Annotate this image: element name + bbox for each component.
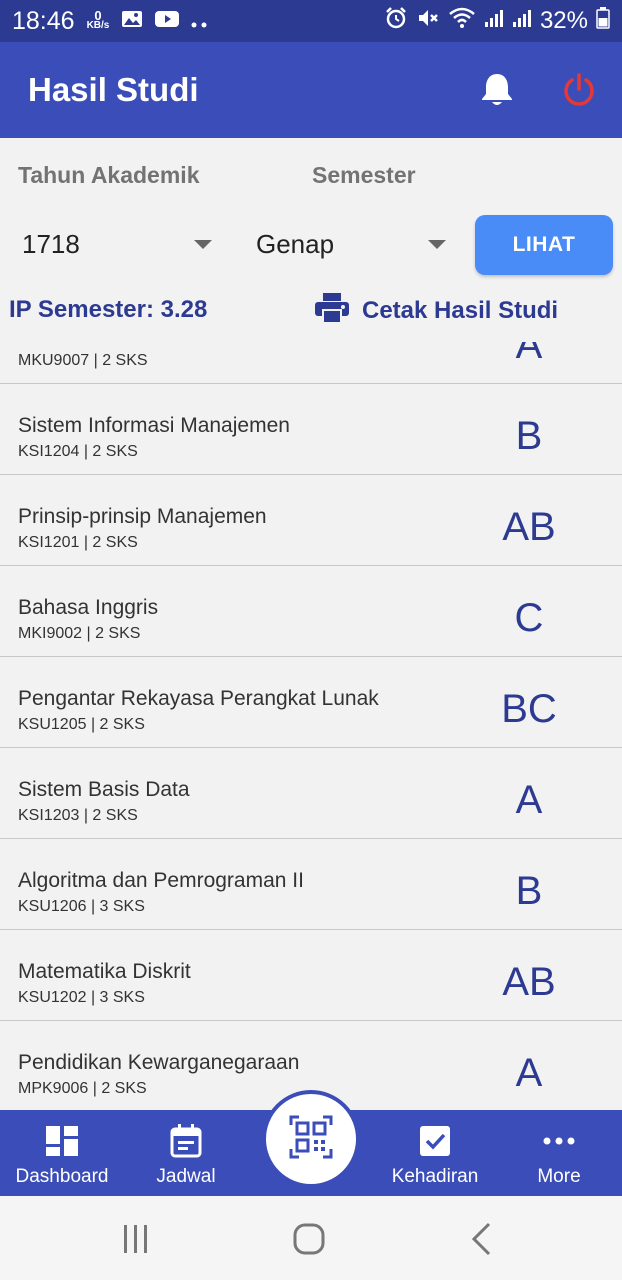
course-code: MKI9002 | 2 SKS (18, 625, 141, 642)
print-results-link[interactable]: Cetak Hasil Studi (314, 292, 558, 329)
calendar-icon (170, 1124, 202, 1158)
home-icon[interactable] (293, 1223, 325, 1260)
lihat-button[interactable]: LIHAT (475, 215, 613, 275)
nav-kehadiran-label: Kehadiran (391, 1166, 479, 1187)
course-name: Bahasa Inggris (18, 596, 159, 619)
gallery-icon (121, 7, 143, 35)
mute-icon (416, 6, 440, 37)
nav-jadwal-label: Jadwal (156, 1166, 216, 1187)
more-dots-icon (543, 1124, 575, 1158)
recent-apps-icon[interactable] (122, 1224, 150, 1259)
system-navigation-bar (0, 1196, 622, 1280)
filter-panel: Tahun Akademik Semester 1718 Genap LIHAT… (0, 138, 622, 342)
course-row[interactable]: Matematika Diskrit KSU1202 | 3 SKS AB (0, 930, 622, 1021)
print-results-label: Cetak Hasil Studi (362, 296, 559, 324)
alarm-icon (384, 6, 408, 37)
page-title: Hasil Studi (28, 71, 199, 108)
academic-year-label: Tahun Akademik (18, 162, 200, 188)
course-results-list[interactable]: MKU9007 | 2 SKS A Sistem Informasi Manaj… (0, 342, 622, 1110)
more-notifications-icon (191, 7, 209, 35)
nav-more-label: More (537, 1166, 581, 1187)
course-grade: B (515, 414, 543, 458)
nav-jadwal[interactable]: Jadwal (136, 1110, 236, 1196)
dashboard-icon (45, 1124, 79, 1158)
net-speed: 0 KB/s (86, 9, 110, 31)
course-grade: A (515, 778, 543, 822)
status-bar: 18:46 0 KB/s 32% (0, 0, 622, 42)
semester-value: Genap (256, 228, 335, 259)
course-code: KSU1202 | 3 SKS (18, 989, 145, 1006)
course-grade: AB (502, 505, 556, 549)
course-row[interactable]: Algoritma dan Pemrograman II KSU1206 | 3… (0, 839, 622, 930)
semester-dropdown[interactable]: Genap (256, 222, 446, 266)
qr-scan-button[interactable] (262, 1090, 360, 1188)
course-name: Prinsip-prinsip Manajemen (18, 505, 267, 528)
course-row[interactable]: Bahasa Inggris MKI9002 | 2 SKS C (0, 566, 622, 657)
qr-code-icon (289, 1115, 333, 1164)
course-code: KSI1201 | 2 SKS (18, 534, 138, 551)
status-time: 18:46 (12, 6, 75, 35)
course-grade: A (515, 1051, 543, 1095)
nav-kehadiran[interactable]: Kehadiran (385, 1110, 485, 1196)
signal-icon-2 (512, 7, 532, 35)
course-code: KSU1205 | 2 SKS (18, 716, 145, 733)
checkbox-icon (419, 1124, 451, 1158)
course-list-inner: MKU9007 | 2 SKS A Sistem Informasi Manaj… (0, 342, 622, 1110)
academic-year-value: 1718 (22, 228, 80, 259)
nav-more[interactable]: More (515, 1110, 603, 1196)
course-name: Pendidikan Kewarganegaraan (18, 1051, 300, 1074)
course-name: Algoritma dan Pemrograman II (18, 869, 304, 892)
battery-icon (596, 6, 610, 36)
course-code: MPK9006 | 2 SKS (18, 1080, 147, 1097)
status-right: 32% (384, 6, 610, 37)
power-logout-icon[interactable] (561, 72, 597, 113)
nav-dashboard-label: Dashboard (15, 1166, 109, 1187)
course-row[interactable]: Sistem Informasi Manajemen KSI1204 | 2 S… (0, 384, 622, 475)
net-speed-unit: KB/s (86, 20, 110, 31)
ip-semester-text: IP Semester: 3.28 (9, 296, 208, 323)
course-row[interactable]: Prinsip-prinsip Manajemen KSI1201 | 2 SK… (0, 475, 622, 566)
nav-dashboard[interactable]: Dashboard (6, 1110, 118, 1196)
youtube-icon (155, 7, 180, 35)
course-row[interactable]: MKU9007 | 2 SKS A (0, 342, 622, 384)
battery-percent: 32% (539, 7, 588, 34)
semester-label: Semester (312, 162, 416, 188)
printer-icon (314, 292, 350, 329)
signal-icon-1 (484, 7, 504, 35)
course-code: KSI1203 | 2 SKS (18, 807, 138, 824)
course-name: Matematika Diskrit (18, 960, 191, 983)
wifi-icon (448, 7, 476, 36)
course-row[interactable]: Sistem Basis Data KSI1203 | 2 SKS A (0, 748, 622, 839)
caret-down-icon (194, 240, 212, 249)
course-code: KSI1204 | 2 SKS (18, 443, 138, 460)
notification-bell-icon[interactable] (480, 72, 514, 113)
academic-year-dropdown[interactable]: 1718 (22, 222, 212, 266)
course-grade: AB (502, 960, 556, 1004)
course-code: KSU1206 | 3 SKS (18, 898, 145, 915)
course-code: MKU9007 | 2 SKS (18, 352, 148, 369)
app-bar: Hasil Studi (0, 42, 622, 138)
course-name: Sistem Basis Data (18, 778, 190, 801)
caret-down-icon (428, 240, 446, 249)
course-grade: B (515, 869, 543, 913)
course-grade: BC (501, 687, 557, 731)
course-grade: C (514, 596, 544, 640)
back-icon[interactable] (470, 1222, 492, 1261)
course-grade: A (515, 342, 543, 367)
course-row[interactable]: Pengantar Rekayasa Perangkat Lunak KSU12… (0, 657, 622, 748)
course-name: Pengantar Rekayasa Perangkat Lunak (18, 687, 379, 710)
course-name: Sistem Informasi Manajemen (18, 414, 290, 437)
